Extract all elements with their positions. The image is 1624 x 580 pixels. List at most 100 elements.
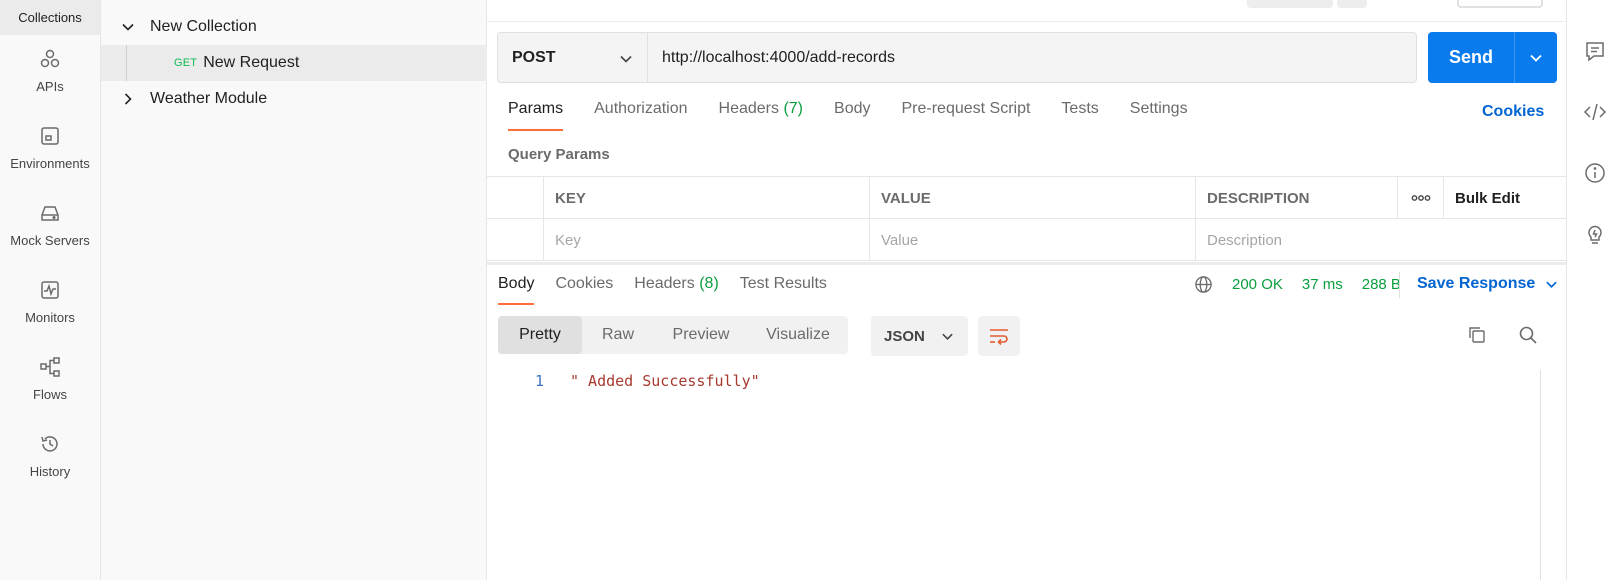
search-icon bbox=[1519, 326, 1537, 344]
request-workspace: POST http://localhost:4000/add-records S… bbox=[487, 0, 1567, 580]
tab-label: Tests bbox=[1061, 100, 1099, 117]
toolbar-button[interactable] bbox=[1247, 0, 1333, 8]
response-size[interactable]: 288 B bbox=[1362, 276, 1401, 293]
sidebar-item-label: Flows bbox=[33, 387, 67, 402]
sidebar-item-apis[interactable]: APIs bbox=[0, 48, 100, 112]
tab-authorization[interactable]: Authorization bbox=[594, 100, 687, 134]
copy-button[interactable] bbox=[1464, 322, 1490, 348]
postman-window: Collections APIs Environments Mock Serve… bbox=[0, 0, 1624, 580]
history-icon bbox=[41, 436, 58, 452]
format-type-select[interactable]: JSON bbox=[871, 316, 968, 356]
toolbar-button[interactable] bbox=[1337, 0, 1367, 8]
top-toolbar bbox=[487, 0, 1567, 22]
request-bar: POST http://localhost:4000/add-records bbox=[497, 32, 1417, 83]
tab-params[interactable]: Params bbox=[508, 100, 564, 134]
copy-icon bbox=[1469, 327, 1485, 343]
value-input[interactable]: Value bbox=[869, 219, 1195, 261]
tree-item-new-request[interactable]: GET New Request bbox=[101, 45, 487, 81]
tab-body[interactable]: Body bbox=[834, 100, 870, 134]
tab-label: Body bbox=[834, 100, 871, 117]
tab-headers[interactable]: Headers (7) bbox=[719, 100, 804, 134]
sidebar-item-mock-servers[interactable]: Mock Servers bbox=[0, 202, 100, 266]
chevron-down-icon bbox=[942, 333, 953, 340]
sidebar-item-label: History bbox=[29, 464, 71, 479]
tree-item-label: New Request bbox=[203, 54, 300, 71]
save-response-button[interactable]: Save Response bbox=[1417, 275, 1558, 293]
tree-item-weather-module[interactable]: Weather Module bbox=[101, 81, 487, 117]
send-options-button[interactable] bbox=[1515, 32, 1557, 83]
method-value: POST bbox=[512, 48, 556, 66]
tab-settings[interactable]: Settings bbox=[1130, 100, 1188, 134]
tab-response-body[interactable]: Body bbox=[498, 275, 535, 305]
format-visualize-button[interactable]: Visualize bbox=[748, 316, 848, 354]
response-format-tabs: Pretty Raw Preview Visualize bbox=[498, 316, 848, 354]
response-body-text[interactable]: " Added Successfully" bbox=[570, 372, 760, 390]
sidebar-item-history[interactable]: History bbox=[0, 433, 100, 497]
format-pretty-button[interactable]: Pretty bbox=[498, 316, 582, 354]
response-time[interactable]: 37 ms bbox=[1302, 276, 1343, 293]
tab-response-cookies[interactable]: Cookies bbox=[555, 275, 613, 293]
flows-icon bbox=[40, 357, 60, 377]
table-header-row: KEY VALUE DESCRIPTION Bulk Edit bbox=[487, 177, 1567, 219]
response-body-editor[interactable]: 1 " Added Successfully" bbox=[487, 368, 1545, 580]
sidebar-item-label: Environments bbox=[10, 156, 90, 171]
lightbulb-icon[interactable] bbox=[1583, 222, 1607, 246]
format-preview-button[interactable]: Preview bbox=[654, 316, 748, 354]
sidebar-item-label: APIs bbox=[36, 79, 64, 94]
tab-label: Test Results bbox=[739, 275, 827, 292]
comments-icon[interactable] bbox=[1583, 39, 1607, 63]
wrap-lines-icon bbox=[990, 329, 1008, 345]
globe-icon[interactable] bbox=[1194, 275, 1213, 294]
sidebar-item-environments[interactable]: Environments bbox=[0, 125, 100, 189]
status-code[interactable]: 200 OK bbox=[1232, 276, 1283, 293]
sidebar-item-collections[interactable]: Collections bbox=[0, 0, 100, 35]
tab-tests[interactable]: Tests bbox=[1061, 100, 1098, 134]
editor-scrollbar[interactable] bbox=[1540, 370, 1541, 580]
environments-icon bbox=[41, 127, 59, 145]
tab-test-results[interactable]: Test Results bbox=[740, 275, 827, 293]
send-button-group: Send bbox=[1428, 32, 1557, 83]
tab-label: Pre-request Script bbox=[901, 100, 1031, 117]
tree-item-label: Weather Module bbox=[150, 90, 268, 107]
search-button[interactable] bbox=[1515, 322, 1541, 348]
tab-label: Settings bbox=[1129, 100, 1188, 117]
more-options-button[interactable] bbox=[1397, 177, 1443, 219]
response-divider[interactable] bbox=[487, 262, 1567, 265]
tab-label: Params bbox=[508, 100, 564, 117]
description-input[interactable]: Description bbox=[1195, 219, 1567, 261]
chevron-down-icon[interactable] bbox=[121, 20, 135, 34]
format-raw-button[interactable]: Raw bbox=[582, 316, 654, 354]
tab-label: Body bbox=[498, 275, 535, 292]
sidebar-item-flows[interactable]: Flows bbox=[0, 356, 100, 420]
method-select[interactable]: POST bbox=[498, 33, 648, 82]
collections-tree-panel: New Collection GET New Request Weather M… bbox=[101, 0, 487, 580]
send-button[interactable]: Send bbox=[1428, 47, 1514, 68]
monitors-icon bbox=[41, 281, 59, 299]
tab-count: (7) bbox=[783, 100, 804, 117]
tab-count: (8) bbox=[699, 275, 719, 292]
query-params-heading: Query Params bbox=[508, 146, 610, 163]
sidebar-item-label: Monitors bbox=[25, 310, 75, 325]
tree-item-new-collection[interactable]: New Collection bbox=[101, 9, 487, 45]
tab-pre-request-script[interactable]: Pre-request Script bbox=[901, 100, 1030, 134]
sidebar-item-label: Collections bbox=[18, 10, 82, 25]
chevron-down-icon bbox=[620, 55, 632, 63]
bulk-edit-button[interactable]: Bulk Edit bbox=[1443, 177, 1567, 219]
code-icon[interactable] bbox=[1583, 100, 1607, 124]
response-tabs: Body Cookies Headers (8) Test Results bbox=[498, 275, 848, 305]
chevron-down-icon bbox=[1546, 281, 1558, 288]
method-tag: GET bbox=[174, 57, 198, 69]
key-input[interactable]: Key bbox=[543, 219, 869, 261]
sidebar-item-monitors[interactable]: Monitors bbox=[0, 279, 100, 343]
url-input[interactable]: http://localhost:4000/add-records bbox=[648, 49, 1416, 67]
tab-label: Headers bbox=[718, 100, 779, 117]
request-tabs: Params Authorization Headers (7) Body Pr… bbox=[508, 100, 1219, 134]
cookies-link[interactable]: Cookies bbox=[1482, 103, 1544, 121]
tab-response-headers[interactable]: Headers (8) bbox=[634, 275, 719, 293]
toolbar-toggle[interactable] bbox=[1457, 0, 1543, 8]
info-icon[interactable] bbox=[1583, 161, 1607, 185]
chevron-right-icon[interactable] bbox=[121, 92, 135, 106]
word-wrap-button[interactable] bbox=[978, 316, 1020, 356]
tree-indent-guide bbox=[126, 45, 127, 81]
line-number: 1 bbox=[535, 372, 545, 390]
